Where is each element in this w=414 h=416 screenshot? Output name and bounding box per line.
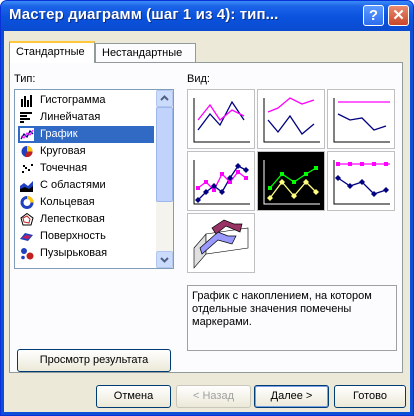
subtype-stacked-line[interactable] bbox=[257, 89, 325, 149]
list-item-radar[interactable]: Лепестковая bbox=[18, 211, 154, 228]
percent-line-subtype-icon bbox=[333, 98, 390, 143]
list-item-label: График bbox=[40, 128, 78, 140]
line-markers-subtype-icon bbox=[193, 160, 250, 205]
subtype-grid bbox=[187, 89, 397, 279]
tab-custom[interactable]: Нестандартные bbox=[95, 43, 196, 62]
percent-line-markers-subtype-icon bbox=[333, 160, 390, 205]
next-button[interactable]: Далее > bbox=[254, 385, 329, 408]
list-item-label: Поверхность bbox=[40, 230, 106, 242]
close-button[interactable]: ✕ bbox=[388, 5, 409, 26]
list-item-label: Круговая bbox=[40, 145, 86, 157]
chevron-down-icon bbox=[160, 257, 169, 263]
doughnut-chart-icon bbox=[20, 196, 34, 209]
area-chart-icon bbox=[20, 181, 33, 192]
list-item-doughnut[interactable]: Кольцевая bbox=[18, 194, 154, 211]
list-item-pie[interactable]: Круговая bbox=[18, 143, 154, 160]
list-scrollbar[interactable] bbox=[156, 90, 173, 268]
list-item-area[interactable]: С областями bbox=[18, 177, 154, 194]
dialog-body: Стандартные Нестандартные Тип: Вид: Гист… bbox=[4, 31, 410, 412]
chevron-up-icon bbox=[160, 95, 169, 101]
line-subtype-icon bbox=[193, 98, 250, 143]
help-button[interactable]: ? bbox=[363, 5, 384, 26]
list-item-label: Лепестковая bbox=[40, 213, 105, 225]
line-chart-icon bbox=[20, 128, 34, 141]
column-chart-icon bbox=[21, 95, 32, 107]
back-button[interactable]: < Назад bbox=[176, 385, 251, 408]
view-label: Вид: bbox=[187, 73, 210, 85]
finish-button[interactable]: Готово bbox=[334, 385, 406, 408]
list-item-column[interactable]: Гистограмма bbox=[18, 92, 154, 109]
preview-result-button[interactable]: Просмотр результата bbox=[17, 349, 171, 372]
3d-line-subtype-icon bbox=[193, 219, 249, 269]
list-item-surface[interactable]: Поверхность bbox=[18, 228, 154, 245]
subtype-stacked-line-markers[interactable] bbox=[257, 151, 325, 211]
list-item-bar[interactable]: Линейчатая bbox=[18, 109, 154, 126]
tab-standard[interactable]: Стандартные bbox=[9, 41, 95, 63]
list-item-label: Точечная bbox=[40, 162, 88, 174]
list-item-label: Гистограмма bbox=[40, 94, 106, 106]
subtype-description: График с накоплением, на котором отдельн… bbox=[187, 285, 397, 351]
chart-wizard-window: Мастер диаграмм (шаг 1 из 4): тип... ? ✕… bbox=[0, 0, 414, 416]
scroll-up-button[interactable] bbox=[156, 90, 173, 107]
subtype-3d-line[interactable] bbox=[187, 213, 255, 273]
window-title: Мастер диаграмм (шаг 1 из 4): тип... bbox=[9, 6, 279, 23]
subtype-line-markers[interactable] bbox=[187, 151, 255, 211]
subtype-100-stacked-line-markers[interactable] bbox=[327, 151, 395, 211]
scroll-thumb[interactable] bbox=[156, 107, 173, 202]
chart-type-list[interactable]: Гистограмма Линейчатая График Круговая Т… bbox=[14, 89, 174, 269]
cancel-button[interactable]: Отмена bbox=[96, 385, 171, 408]
list-item-label: Пузырьковая bbox=[40, 247, 108, 259]
radar-chart-icon bbox=[20, 213, 34, 226]
scroll-down-button[interactable] bbox=[156, 251, 173, 268]
title-bar[interactable]: Мастер диаграмм (шаг 1 из 4): тип... ? ✕ bbox=[1, 1, 413, 31]
list-item-bubble[interactable]: Пузырьковая bbox=[18, 245, 154, 262]
subtype-100-stacked-line[interactable] bbox=[327, 89, 395, 149]
scatter-chart-icon bbox=[22, 164, 33, 173]
subtype-line[interactable] bbox=[187, 89, 255, 149]
bubble-chart-icon bbox=[21, 248, 34, 260]
list-item-line[interactable]: График bbox=[18, 126, 154, 143]
list-item-label: Кольцевая bbox=[40, 196, 95, 208]
stacked-line-subtype-icon bbox=[263, 97, 320, 143]
list-item-label: С областями bbox=[40, 179, 106, 191]
pie-chart-icon bbox=[21, 146, 33, 158]
bar-chart-icon bbox=[20, 112, 32, 123]
surface-chart-icon bbox=[20, 233, 33, 241]
stacked-line-markers-subtype-icon bbox=[263, 160, 320, 205]
type-label: Тип: bbox=[14, 73, 36, 85]
list-item-label: Линейчатая bbox=[40, 111, 101, 123]
list-item-scatter[interactable]: Точечная bbox=[18, 160, 154, 177]
